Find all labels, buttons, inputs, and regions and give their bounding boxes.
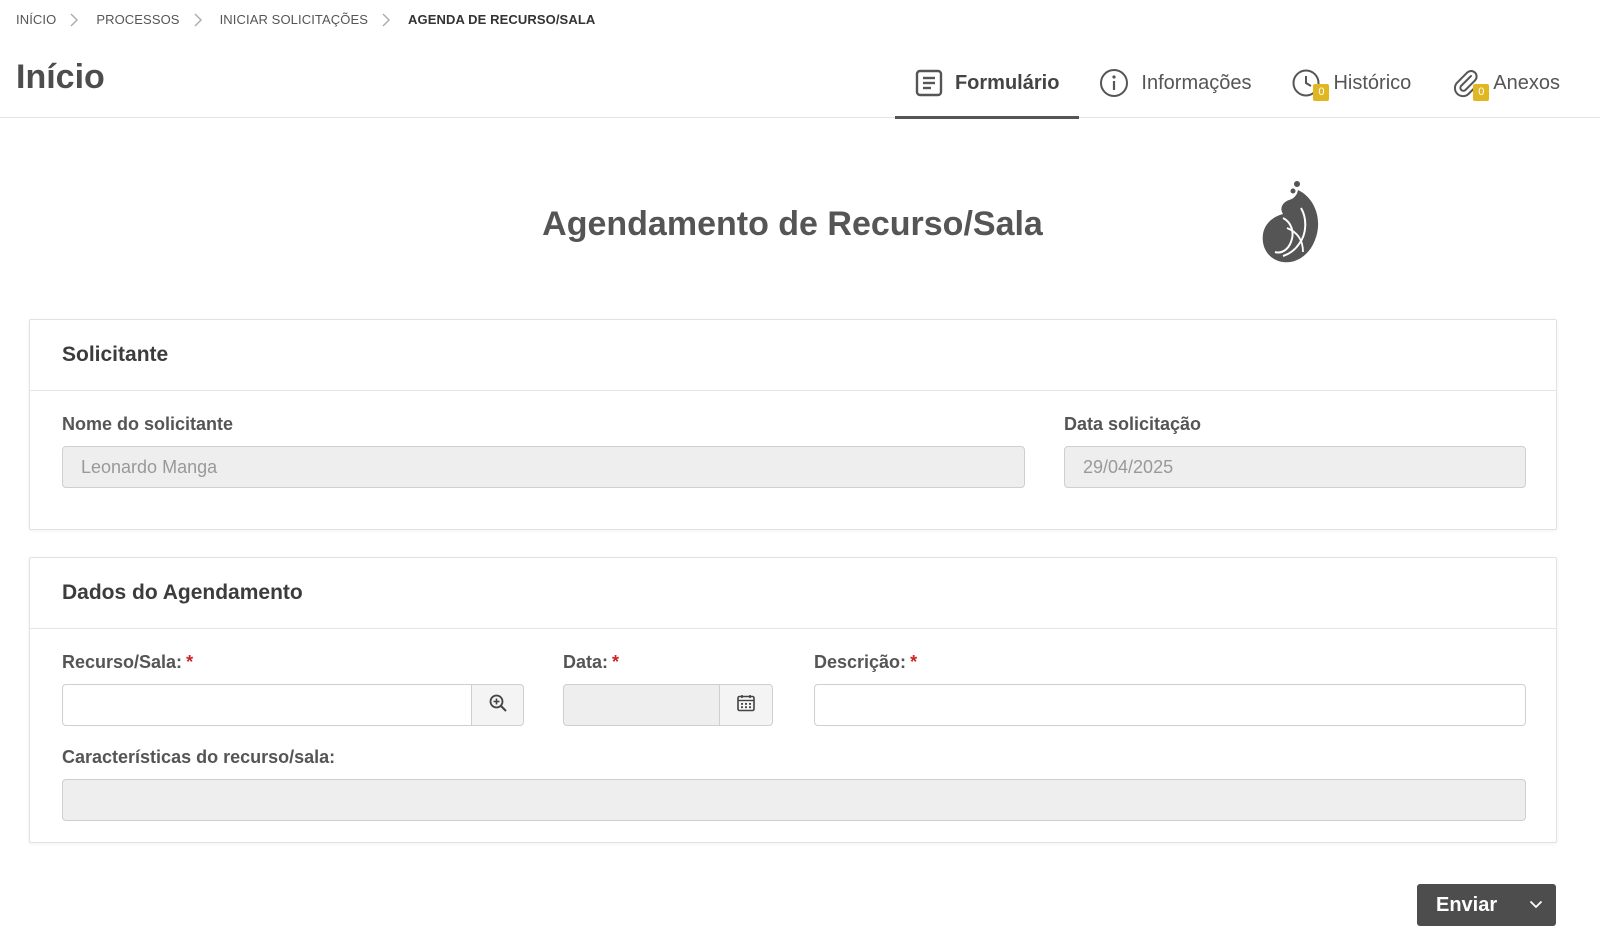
calendar-icon [736, 693, 756, 718]
recurso-sala-label-text: Recurso/Sala: [62, 652, 183, 672]
chevron-right-icon [194, 13, 202, 27]
tab-formulario[interactable]: Formulário [894, 48, 1080, 119]
submit-button[interactable]: Enviar [1417, 894, 1516, 917]
submit-options-button[interactable] [1516, 884, 1556, 926]
submit-button-group: Enviar [1417, 884, 1556, 926]
form-icon [915, 69, 943, 97]
breadcrumb-inicio[interactable]: INÍCIO [16, 12, 56, 27]
nome-solicitante-label: Nome do solicitante [62, 414, 234, 434]
historico-count-badge: 0 [1313, 84, 1330, 101]
zoom-in-icon [488, 693, 508, 718]
breadcrumb-iniciar-solicitacoes[interactable]: INICIAR SOLICITAÇÕES [220, 12, 368, 27]
nome-solicitante-field: Leonardo Manga [62, 446, 1025, 488]
data-solicitacao-label: Data solicitação [1064, 414, 1202, 434]
recurso-sala-input[interactable] [62, 684, 472, 726]
brand-logo [1257, 178, 1327, 270]
search-button[interactable] [471, 684, 524, 726]
chevron-right-icon [382, 13, 390, 27]
caracteristicas-label: Características do recurso/sala: [62, 747, 336, 767]
paperclip-icon: 0 [1451, 68, 1490, 101]
tab-label: Formulário [954, 71, 1060, 94]
descricao-input[interactable] [814, 684, 1526, 726]
data-label-text: Data: [563, 652, 609, 672]
data-label: Data: * [563, 652, 619, 673]
panel-heading: Dados do Agendamento [30, 558, 1556, 629]
tab-bar: Formulário Informações 0 Histórico 0 Ane… [894, 48, 1580, 119]
tab-label: Anexos [1493, 71, 1560, 94]
calendar-button[interactable] [719, 684, 773, 726]
required-mark: * [910, 652, 918, 672]
chevron-down-icon [1529, 896, 1543, 914]
tab-label: Histórico [1333, 71, 1412, 94]
required-mark: * [612, 652, 620, 672]
data-solicitacao-field: 29/04/2025 [1064, 446, 1526, 488]
recurso-sala-label: Recurso/Sala: * [62, 652, 193, 673]
tab-anexos[interactable]: 0 Anexos [1431, 48, 1580, 118]
descricao-label-text: Descrição: [814, 652, 907, 672]
page-header: Início Formulário Informações 0 Históric… [0, 48, 1600, 119]
breadcrumb-current: AGENDA DE RECURSO/SALA [408, 12, 596, 27]
descricao-label: Descrição: * [814, 652, 917, 673]
panel-dados-agendamento: Dados do Agendamento Recurso/Sala: * Data… [29, 557, 1557, 843]
info-icon [1099, 68, 1129, 98]
page-title: Início [16, 58, 105, 96]
chevron-right-icon [70, 13, 79, 27]
tab-historico[interactable]: 0 Histórico [1271, 48, 1431, 118]
required-mark: * [186, 652, 194, 672]
data-input[interactable] [563, 684, 720, 726]
clock-icon: 0 [1291, 68, 1330, 101]
panel-heading: Solicitante [30, 320, 1556, 391]
caracteristicas-field [62, 779, 1526, 821]
panel-solicitante: Solicitante Nome do solicitante Leonardo… [29, 319, 1557, 530]
breadcrumb-processos[interactable]: PROCESSOS [96, 12, 179, 27]
form-title: Agendamento de Recurso/Sala [542, 205, 1043, 243]
anexos-count-badge: 0 [1473, 84, 1490, 101]
breadcrumb: INÍCIO PROCESSOS INICIAR SOLICITAÇÕES AG… [16, 12, 595, 27]
tab-label: Informações [1141, 71, 1252, 94]
tab-informacoes[interactable]: Informações [1079, 48, 1271, 118]
